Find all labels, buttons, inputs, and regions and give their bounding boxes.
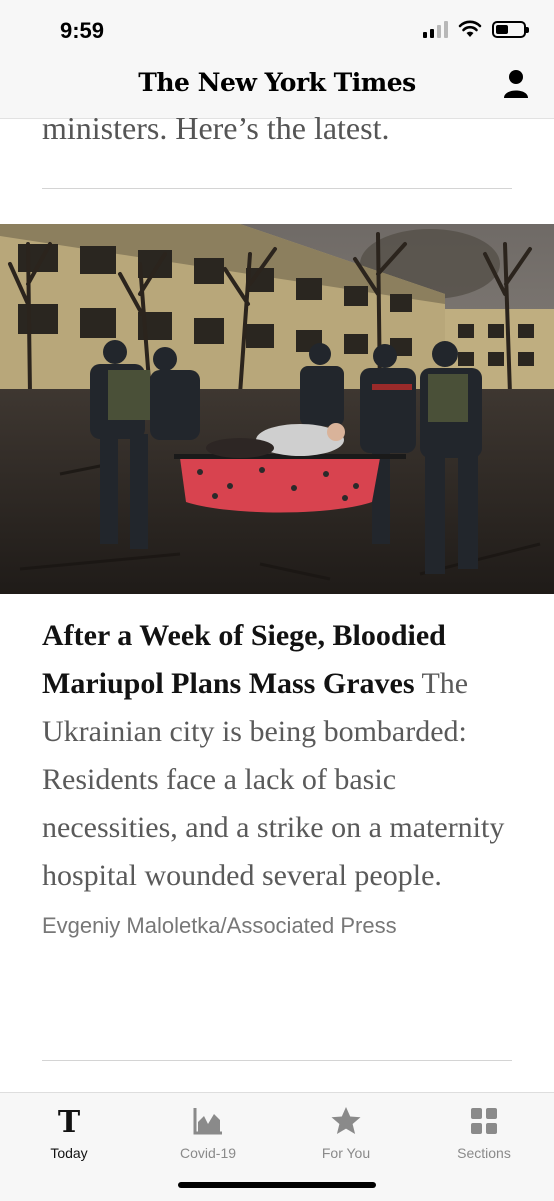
nyt-masthead-logo[interactable]: The New York Times: [0, 68, 554, 97]
article-summary[interactable]: The Ukrainian city is being bombarded: R…: [42, 667, 504, 892]
cellular-signal-icon: [423, 20, 448, 38]
article-headline[interactable]: After a Week of Siege, Bloodied Mariupol…: [42, 619, 446, 700]
tab-label: Covid-19: [179, 1145, 237, 1161]
battery-icon: [492, 21, 529, 38]
photo-credit: Evgeniy Maloletka/Associated Press: [42, 913, 397, 938]
status-icons: [423, 20, 529, 38]
status-bar: 9:59: [0, 0, 554, 62]
wifi-icon: [458, 20, 482, 37]
tab-label: For You: [321, 1145, 371, 1161]
home-indicator[interactable]: [178, 1182, 376, 1188]
svg-text:T: T: [58, 1105, 81, 1138]
article-text[interactable]: After a Week of Siege, Bloodied Mariupol…: [42, 612, 522, 950]
person-icon[interactable]: [502, 68, 530, 100]
article-photo[interactable]: [0, 224, 554, 594]
previous-article-snippet[interactable]: ministers. Here’s the latest.: [42, 110, 389, 147]
tab-label: Sections: [457, 1145, 511, 1161]
tab-covid-19[interactable]: Covid-19: [158, 1103, 258, 1161]
grid-icon: [471, 1108, 497, 1134]
divider: [42, 188, 512, 189]
chart-icon: [193, 1108, 222, 1135]
tab-label: Today: [50, 1145, 88, 1161]
tab-today[interactable]: T Today: [19, 1103, 119, 1161]
divider: [42, 1060, 512, 1061]
tab-for-you[interactable]: For You: [296, 1103, 396, 1161]
star-icon: [331, 1107, 361, 1134]
nyt-t-logo-icon: T: [58, 1105, 81, 1138]
status-time: 9:59: [60, 18, 105, 43]
tab-sections[interactable]: Sections: [434, 1103, 534, 1161]
